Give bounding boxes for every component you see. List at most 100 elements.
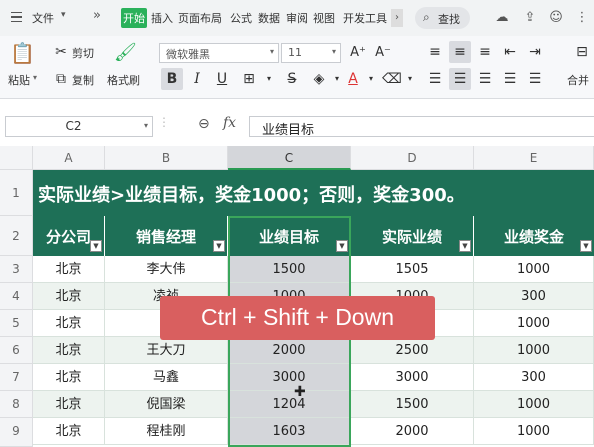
search-box[interactable]: ⌕ 查找: [415, 7, 470, 29]
cut-button[interactable]: 剪切: [72, 45, 94, 61]
increase-font-icon[interactable]: A⁺: [347, 42, 369, 64]
name-box[interactable]: C2 ▾: [5, 116, 153, 137]
filter-dropdown-icon[interactable]: ▼: [459, 240, 471, 252]
strikethrough-icon[interactable]: S̶: [281, 68, 303, 90]
tab-home[interactable]: 开始: [121, 8, 147, 28]
table-cell[interactable]: 北京: [33, 364, 105, 391]
filter-dropdown-icon[interactable]: ▼: [213, 240, 225, 252]
table-cell[interactable]: 北京: [33, 337, 105, 364]
tab-view[interactable]: 视图: [313, 10, 335, 26]
more-icon[interactable]: ⋮: [574, 10, 590, 26]
resize-handle-icon[interactable]: ⋮: [158, 115, 170, 129]
table-cell[interactable]: 1505: [351, 256, 474, 283]
merge-cells-icon[interactable]: ⊟: [571, 41, 593, 63]
paste-button[interactable]: 粘贴: [8, 72, 30, 88]
column-header-c[interactable]: C: [228, 146, 351, 170]
header-cell-target[interactable]: 业绩目标 ▼: [228, 216, 351, 256]
row-header[interactable]: 5: [0, 310, 33, 337]
paste-icon[interactable]: 📋: [10, 42, 35, 64]
row-header[interactable]: 3: [0, 256, 33, 283]
font-size-select[interactable]: 11 ▾: [281, 43, 341, 63]
header-cell-branch[interactable]: 分公司 ▼: [33, 216, 105, 256]
merge-button[interactable]: 合并: [567, 72, 589, 88]
double-chevron-right-icon[interactable]: »: [93, 8, 101, 23]
row-header[interactable]: 1: [0, 170, 33, 216]
formula-input[interactable]: 业绩目标: [249, 116, 594, 138]
font-name-select[interactable]: 微软雅黑 ▾: [159, 43, 279, 63]
table-cell[interactable]: 300: [474, 283, 594, 310]
indent-decrease-icon[interactable]: ⇤: [499, 41, 521, 63]
hamburger-menu-icon[interactable]: [11, 12, 22, 22]
filter-dropdown-icon[interactable]: ▼: [336, 240, 348, 252]
row-header[interactable]: 9: [0, 418, 33, 447]
indent-increase-icon[interactable]: ⇥: [524, 41, 546, 63]
table-cell[interactable]: 3000: [228, 364, 351, 391]
table-cell[interactable]: 1500: [351, 391, 474, 418]
column-header-e[interactable]: E: [474, 146, 594, 170]
filter-dropdown-icon[interactable]: ▼: [580, 240, 592, 252]
column-header-b[interactable]: B: [105, 146, 228, 170]
row-header[interactable]: 8: [0, 391, 33, 418]
table-cell[interactable]: 1603: [228, 418, 351, 445]
justify-icon[interactable]: ☰: [499, 68, 521, 90]
row-header[interactable]: 4: [0, 283, 33, 310]
chevron-down-icon[interactable]: ▾: [258, 68, 280, 90]
table-cell[interactable]: 北京: [33, 310, 105, 337]
share-icon[interactable]: ⇪: [522, 10, 538, 26]
format-painter-icon[interactable]: 🖌: [114, 42, 137, 64]
header-cell-bonus[interactable]: 业绩奖金 ▼: [474, 216, 594, 256]
tab-formulas[interactable]: 公式: [230, 10, 252, 26]
title-merged-cell[interactable]: 实际业绩>业绩目标，奖金1000；否则，奖金300。: [33, 170, 594, 216]
table-cell[interactable]: 2000: [228, 337, 351, 364]
table-cell[interactable]: 王大刀: [105, 337, 228, 364]
table-cell[interactable]: 北京: [33, 283, 105, 310]
format-painter-button[interactable]: 格式刷: [107, 72, 140, 88]
table-cell[interactable]: 1000: [474, 337, 594, 364]
filter-dropdown-icon[interactable]: ▼: [90, 240, 102, 252]
copy-button[interactable]: 复制: [72, 72, 94, 88]
table-cell[interactable]: 北京: [33, 391, 105, 418]
decrease-font-icon[interactable]: A⁻: [372, 42, 394, 64]
tab-page-layout[interactable]: 页面布局: [178, 10, 222, 26]
file-menu[interactable]: 文件: [32, 10, 54, 26]
table-cell[interactable]: 程桂刚: [105, 418, 228, 445]
align-bottom-icon[interactable]: ≡: [474, 41, 496, 63]
table-cell[interactable]: 3000: [351, 364, 474, 391]
table-cell[interactable]: 李大伟: [105, 256, 228, 283]
collaborate-icon[interactable]: ☺: [548, 10, 564, 26]
row-header[interactable]: 7: [0, 364, 33, 391]
chevron-down-icon[interactable]: ▾: [61, 10, 66, 20]
align-right-icon[interactable]: ☰: [474, 68, 496, 90]
cloud-sync-icon[interactable]: ☁: [494, 10, 510, 26]
table-cell[interactable]: 2500: [351, 337, 474, 364]
align-left-icon[interactable]: ☰: [424, 68, 446, 90]
zoom-formula-icon[interactable]: ⊖: [198, 116, 210, 132]
header-cell-actual[interactable]: 实际业绩 ▼: [351, 216, 474, 256]
tab-scroll-right-icon[interactable]: ›: [391, 9, 403, 27]
scissors-icon[interactable]: ✂: [50, 41, 72, 63]
tab-insert[interactable]: 插入: [151, 10, 173, 26]
table-cell[interactable]: 1500: [228, 256, 351, 283]
align-center-icon[interactable]: ☰: [449, 68, 471, 90]
row-header[interactable]: 2: [0, 216, 33, 256]
chevron-down-icon[interactable]: ▾: [399, 68, 421, 90]
align-top-icon[interactable]: ≡: [424, 41, 446, 63]
tab-developer[interactable]: 开发工具: [343, 10, 389, 26]
bold-button[interactable]: B: [161, 68, 183, 90]
table-cell[interactable]: 1000: [474, 418, 594, 445]
align-middle-icon[interactable]: ≡: [449, 41, 471, 63]
table-cell[interactable]: 1204: [228, 391, 351, 418]
tab-data[interactable]: 数据: [258, 10, 280, 26]
italic-button[interactable]: I: [186, 68, 208, 90]
row-header[interactable]: 6: [0, 337, 33, 364]
table-cell[interactable]: 1000: [474, 391, 594, 418]
underline-button[interactable]: U: [211, 68, 233, 90]
table-cell[interactable]: 倪国梁: [105, 391, 228, 418]
table-cell[interactable]: 1000: [474, 256, 594, 283]
tab-review[interactable]: 审阅: [286, 10, 308, 26]
header-cell-sales-manager[interactable]: 销售经理 ▼: [105, 216, 228, 256]
distributed-icon[interactable]: ☰: [524, 68, 546, 90]
chevron-down-icon[interactable]: ▾: [33, 73, 37, 82]
table-cell[interactable]: 北京: [33, 418, 105, 445]
column-header-a[interactable]: A: [33, 146, 105, 170]
